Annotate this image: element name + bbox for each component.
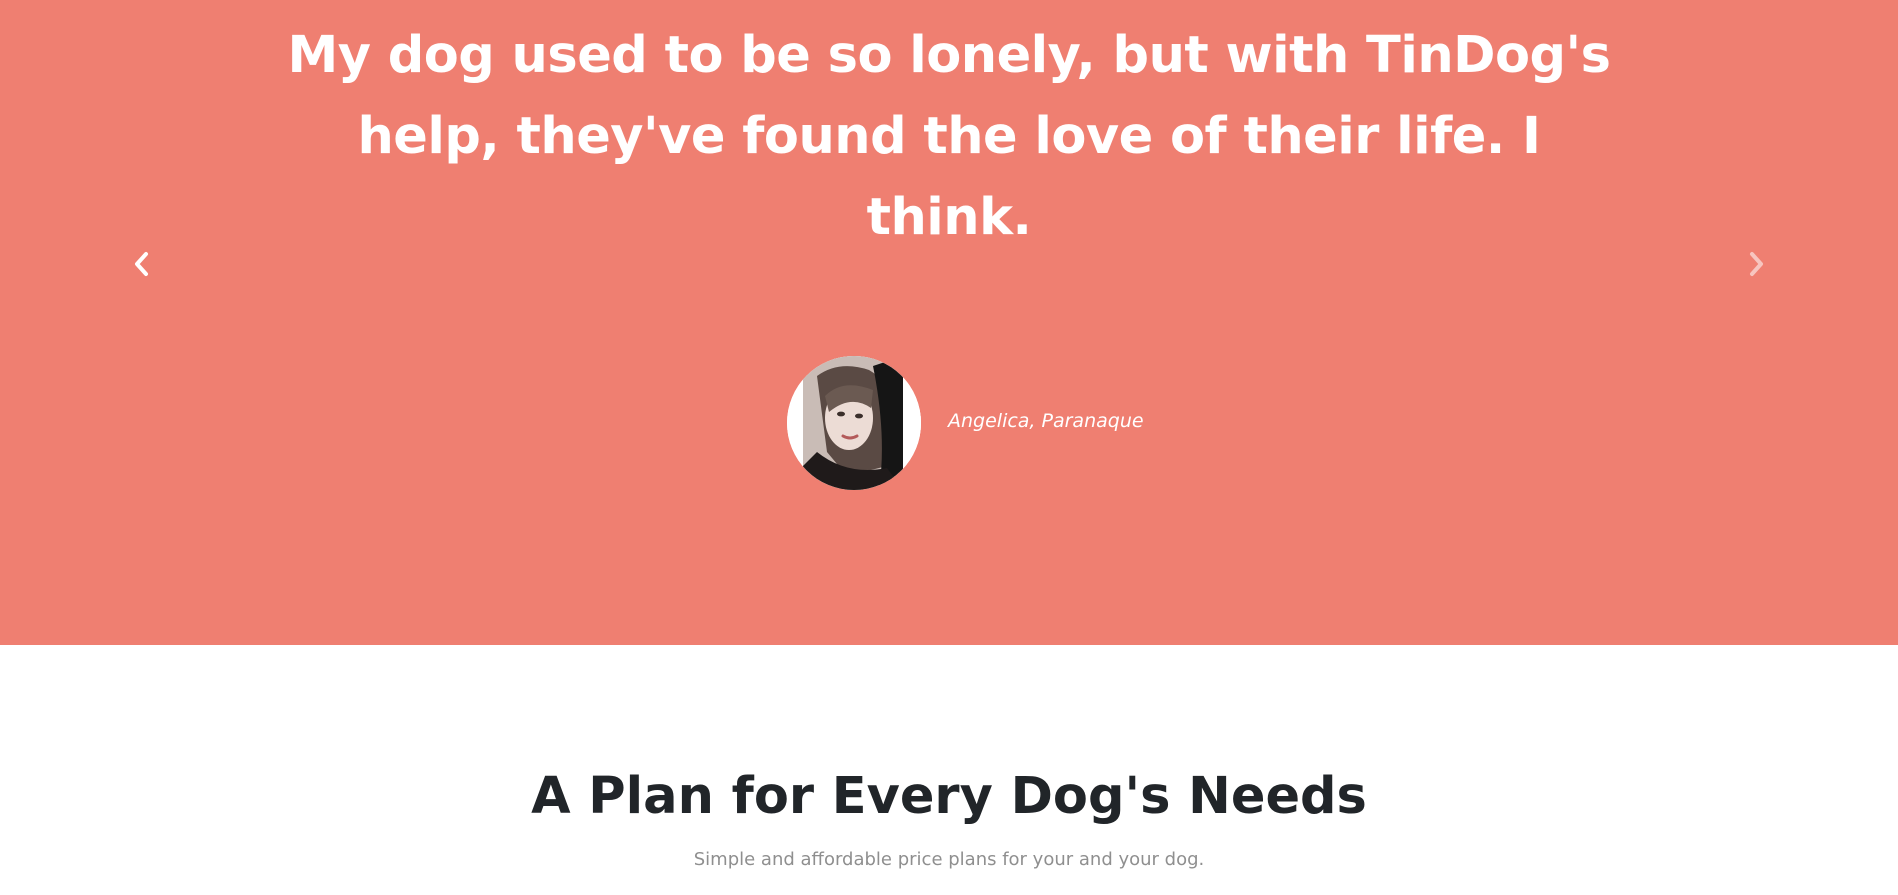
pricing-subtitle: Simple and affordable price plans for yo… <box>693 849 1205 870</box>
chevron-right-icon <box>1746 251 1766 277</box>
carousel-prev-button[interactable] <box>124 246 160 282</box>
pricing-title: A Plan for Every Dog's Needs <box>531 767 1367 826</box>
testimonial-section: My dog used to be so lonely, but with Ti… <box>0 0 1898 645</box>
avatar <box>787 356 921 490</box>
chevron-left-icon <box>132 251 152 277</box>
testimonial-quote: My dog used to be so lonely, but with Ti… <box>287 26 1611 247</box>
testimonial-author: Angelica, Paranaque <box>948 410 1144 432</box>
carousel-next-button[interactable] <box>1738 246 1774 282</box>
